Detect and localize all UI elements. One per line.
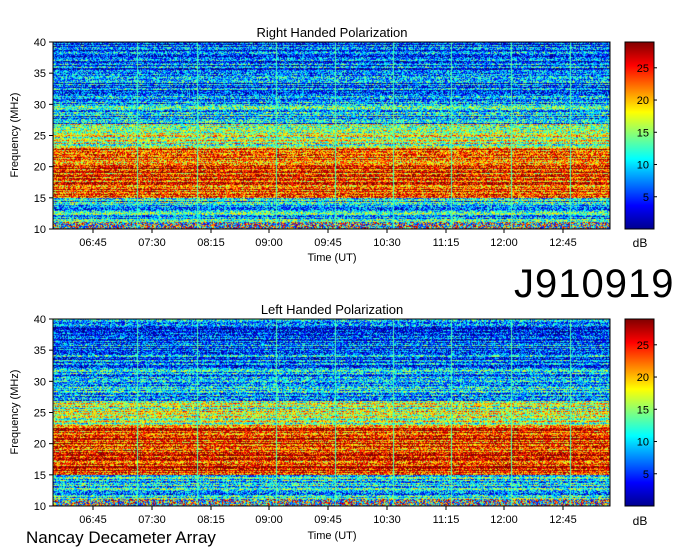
y-tick-label: 25	[34, 131, 46, 143]
x-tick-label: 07:30	[138, 237, 166, 249]
y-axis-label: Frequency (MHz)	[9, 370, 21, 455]
colorbar-tick-label: 25	[637, 340, 649, 352]
x-tick-label: 11:15	[433, 237, 460, 249]
y-tick-label: 40	[34, 37, 46, 49]
colorbar-tick-label: 20	[637, 95, 649, 107]
y-tick-label: 15	[34, 193, 46, 205]
x-tick-label: 07:30	[138, 514, 166, 526]
y-tick-label: 40	[34, 314, 46, 326]
x-tick-label: 09:00	[255, 237, 283, 249]
y-tick-label: 30	[34, 376, 46, 388]
colorbar-tick-label: 5	[643, 192, 649, 204]
y-tick-label: 25	[34, 408, 46, 420]
x-tick-label: 08:15	[197, 237, 225, 249]
spectrogram-heatmap	[53, 319, 610, 506]
y-axis-ticks: 10 15 20 25 30 35 40	[34, 314, 53, 513]
x-tick-label: 12:45	[549, 237, 577, 249]
x-tick-label: 12:00	[490, 514, 518, 526]
colorbar-tick-label: 15	[637, 127, 649, 139]
colorbar-label: dB	[633, 236, 648, 250]
x-tick-label: 12:45	[549, 514, 577, 526]
panel-title: Left Handed Polarization	[261, 302, 403, 317]
y-tick-label: 15	[34, 470, 46, 482]
array-name-label: Nancay Decameter Array	[26, 528, 216, 547]
x-axis-label: Time (UT)	[307, 252, 356, 264]
y-tick-label: 10	[34, 501, 46, 513]
x-axis-ticks: 06:45 07:30 08:15 09:00 09:45 10:30 11:15 12:00…	[79, 229, 577, 249]
y-tick-label: 10	[34, 224, 46, 236]
right-polarization-panel: Right Handed Polarization 10 15 20 25 30 35 40…	[9, 25, 657, 264]
y-tick-label: 20	[34, 439, 46, 451]
colorbar-tick-label: 10	[637, 160, 649, 172]
colorbar-tick-label: 5	[643, 469, 649, 481]
colorbar-tick-label: 25	[637, 63, 649, 75]
colorbar-tick-label: 10	[637, 437, 649, 449]
x-axis-ticks: 06:45 07:30 08:15 09:00 09:45 10:30 11:15 12:00…	[79, 506, 577, 526]
y-axis-label: Frequency (MHz)	[9, 93, 21, 178]
left-polarization-panel: Left Handed Polarization 10152025303540 …	[9, 302, 657, 542]
y-tick-label: 30	[34, 99, 46, 111]
y-tick-label: 20	[34, 162, 46, 174]
x-tick-label: 09:45	[314, 514, 342, 526]
colorbar-tick-label: 20	[637, 372, 649, 384]
y-tick-label: 35	[34, 68, 46, 80]
panel-title: Right Handed Polarization	[256, 25, 407, 40]
x-tick-label: 06:45	[79, 514, 107, 526]
colorbar-tick-label: 15	[637, 404, 649, 416]
spectrogram-heatmap	[53, 42, 610, 229]
x-tick-label: 09:00	[255, 514, 283, 526]
station-id-label: J910919	[514, 262, 675, 306]
y-axis-ticks: 10 15 20 25 30 35 40	[34, 37, 53, 236]
colorbar-label: dB	[633, 514, 648, 528]
x-tick-label: 09:45	[314, 237, 342, 249]
x-tick-label: 12:00	[490, 237, 518, 249]
x-tick-label: 10:30	[373, 514, 401, 526]
x-tick-label: 06:45	[79, 237, 107, 249]
x-tick-label: 10:30	[373, 237, 401, 249]
x-tick-label: 11:15	[433, 514, 460, 526]
x-axis-label: Time (UT)	[307, 530, 356, 542]
x-tick-label: 08:15	[197, 514, 225, 526]
y-tick-label: 35	[34, 345, 46, 357]
